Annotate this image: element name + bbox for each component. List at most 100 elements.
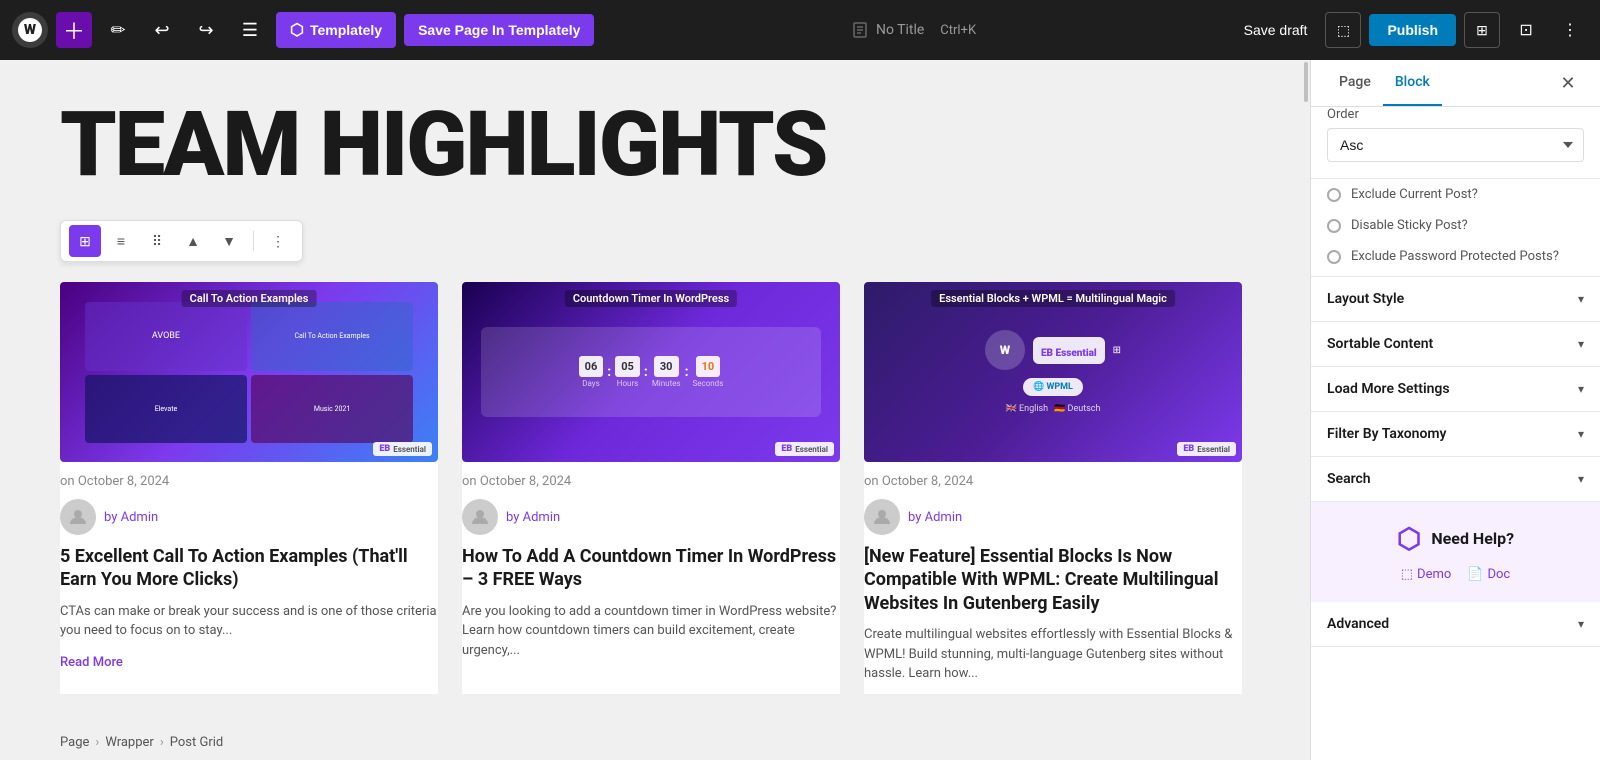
list-view-icon: ≡ bbox=[117, 233, 125, 249]
breadcrumb-page: Page bbox=[60, 735, 89, 750]
post-author-row-1: by Admin bbox=[60, 499, 438, 535]
eb-brand-text: Essential bbox=[393, 445, 426, 454]
tab-block[interactable]: Block bbox=[1383, 60, 1442, 106]
drag-icon: ⠿ bbox=[152, 233, 162, 250]
lang-flags: 🇬🇧 English 🇩🇪 Deutsch bbox=[1006, 404, 1101, 414]
avatar-icon-1 bbox=[68, 507, 88, 527]
sortable-content-header[interactable]: Sortable Content ▾ bbox=[1311, 322, 1600, 366]
sidebar-scrollbar-thumb bbox=[1304, 62, 1308, 102]
undo-icon: ↩ bbox=[154, 20, 169, 41]
page-title-area: No Title Ctrl+K bbox=[852, 22, 976, 38]
wordpress-logo[interactable] bbox=[12, 12, 48, 48]
post-card: Call To Action Examples AVOBE Call To Ac… bbox=[60, 282, 438, 694]
document-overview-button[interactable]: ☰ bbox=[232, 12, 268, 48]
post-date-2: on October 8, 2024 bbox=[462, 474, 840, 489]
save-draft-button[interactable]: Save draft bbox=[1234, 16, 1318, 44]
add-block-button[interactable]: ＋ bbox=[56, 12, 92, 48]
toolbar-divider bbox=[253, 231, 254, 251]
eb-icon-large: ⬡ bbox=[1397, 522, 1421, 555]
editor-area: TEAM HIGHLIGHTS ⊞ ≡ ⠿ ▲ ▼ ⋮ bbox=[0, 60, 1302, 760]
more-options-button[interactable]: ⋮ bbox=[1552, 12, 1588, 48]
block-move-down-button[interactable]: ▼ bbox=[213, 225, 245, 257]
layout-style-title: Layout Style bbox=[1327, 291, 1404, 307]
eb-badge-3: EB Essential bbox=[1177, 442, 1236, 456]
demo-icon: ⬚ bbox=[1401, 567, 1413, 582]
filter-taxonomy-section: Filter By Taxonomy ▾ bbox=[1311, 412, 1600, 457]
sidebar-close-button[interactable]: ✕ bbox=[1552, 67, 1584, 99]
filter-taxonomy-chevron: ▾ bbox=[1578, 427, 1584, 441]
timer-hours-label: Hours bbox=[617, 379, 639, 388]
read-more-link-1[interactable]: Read More bbox=[60, 655, 123, 670]
search-header[interactable]: Search ▾ bbox=[1311, 457, 1600, 501]
post-card-2: Countdown Timer In WordPress 06 Days : 0… bbox=[462, 282, 840, 694]
doc-link[interactable]: 📄 Doc bbox=[1467, 567, 1510, 582]
settings-toggle-button[interactable]: ⊡ bbox=[1508, 12, 1544, 48]
exclude-password-toggle[interactable] bbox=[1327, 250, 1341, 264]
thumb-mock-cta: AVOBE Call To Action Examples Elevate Mu… bbox=[79, 296, 419, 449]
thumb-content-3: Essential Blocks + WPML = Multilingual M… bbox=[864, 282, 1242, 462]
timer-seconds: 10 Seconds bbox=[693, 356, 724, 388]
page-heading: TEAM HIGHLIGHTS bbox=[60, 100, 1242, 190]
publish-label: Publish bbox=[1387, 22, 1438, 38]
timer-colon-3: : bbox=[685, 364, 689, 380]
timer-minutes-val: 30 bbox=[654, 356, 679, 377]
eb-logo-white: EB Essential bbox=[1033, 337, 1105, 364]
shortcut-hint: Ctrl+K bbox=[940, 23, 976, 38]
settings-icon: ⊡ bbox=[1519, 20, 1532, 40]
tab-page[interactable]: Page bbox=[1327, 60, 1383, 106]
templately-icon: ⬡ bbox=[290, 20, 304, 40]
disable-sticky-toggle[interactable] bbox=[1327, 219, 1341, 233]
mock-card-4: Music 2021 bbox=[251, 375, 413, 443]
block-move-up-button[interactable]: ▲ bbox=[177, 225, 209, 257]
breadcrumb-sep-1: › bbox=[95, 735, 99, 750]
advanced-chevron: ▾ bbox=[1578, 617, 1584, 631]
order-select[interactable]: Asc Desc bbox=[1327, 128, 1584, 162]
block-type-button[interactable]: ⊞ bbox=[69, 225, 101, 257]
advanced-section: Advanced ▾ bbox=[1311, 602, 1600, 647]
thumb-label-1: Call To Action Examples bbox=[182, 290, 317, 307]
post-card-3: Essential Blocks + WPML = Multilingual M… bbox=[864, 282, 1242, 694]
breadcrumb-sep-2: › bbox=[160, 735, 164, 750]
eb-badge-1: EB Essential bbox=[373, 442, 432, 456]
post-title-3: [New Feature] Essential Blocks Is Now Co… bbox=[864, 545, 1242, 615]
sortable-content-chevron: ▾ bbox=[1578, 337, 1584, 351]
load-more-header[interactable]: Load More Settings ▾ bbox=[1311, 367, 1600, 411]
mock-card-3: Elevate bbox=[85, 375, 247, 443]
undo-button[interactable]: ↩ bbox=[144, 12, 180, 48]
timer-minutes-label: Minutes bbox=[652, 379, 681, 388]
block-options-button[interactable]: ⋮ bbox=[262, 225, 294, 257]
exclude-current-toggle[interactable] bbox=[1327, 188, 1341, 202]
block-list-view-button[interactable]: ≡ bbox=[105, 225, 137, 257]
preview-button[interactable]: ⬚ bbox=[1325, 12, 1361, 48]
advanced-title: Advanced bbox=[1327, 616, 1389, 632]
block-drag-button[interactable]: ⠿ bbox=[141, 225, 173, 257]
tab-page-label: Page bbox=[1339, 74, 1371, 90]
layout-style-header[interactable]: Layout Style ▾ bbox=[1311, 277, 1600, 321]
doc-icon: 📄 bbox=[1467, 567, 1483, 582]
post-title-2: How To Add A Countdown Timer In WordPres… bbox=[462, 545, 840, 592]
author-name-3: by Admin bbox=[908, 510, 962, 525]
advanced-header[interactable]: Advanced ▾ bbox=[1311, 602, 1600, 646]
timer-colon-1: : bbox=[607, 364, 611, 380]
need-help-row: ⬡ Need Help? bbox=[1397, 522, 1514, 555]
save-page-templately-button[interactable]: Save Page In Templately bbox=[404, 14, 594, 46]
publish-button[interactable]: Publish bbox=[1369, 14, 1456, 46]
preview-icon: ⬚ bbox=[1337, 22, 1350, 39]
save-draft-label: Save draft bbox=[1244, 22, 1308, 38]
save-templately-label: Save Page In Templately bbox=[418, 22, 580, 38]
more-icon: ⋮ bbox=[1562, 20, 1578, 40]
templately-button[interactable]: ⬡ Templately bbox=[276, 12, 396, 48]
exclude-current-section: Exclude Current Post? Disable Sticky Pos… bbox=[1311, 179, 1600, 277]
load-more-section: Load More Settings ▾ bbox=[1311, 367, 1600, 412]
wpml-logos: W EB Essential ⊞ bbox=[864, 330, 1242, 370]
thumb-mock-timer: 06 Days : 05 Hours : 30 Minutes bbox=[481, 327, 821, 417]
redo-button[interactable]: ↪ bbox=[188, 12, 224, 48]
exclude-password-option: Exclude Password Protected Posts? bbox=[1311, 241, 1600, 276]
filter-taxonomy-header[interactable]: Filter By Taxonomy ▾ bbox=[1311, 412, 1600, 456]
demo-link[interactable]: ⬚ Demo bbox=[1401, 567, 1452, 582]
tools-button[interactable]: ✏ bbox=[100, 12, 136, 48]
sidebar-scrollbar-track bbox=[1302, 60, 1310, 760]
save-options-button[interactable]: ⊞ bbox=[1464, 12, 1500, 48]
search-section: Search ▾ bbox=[1311, 457, 1600, 502]
chevron-down-icon: ▼ bbox=[222, 233, 236, 249]
